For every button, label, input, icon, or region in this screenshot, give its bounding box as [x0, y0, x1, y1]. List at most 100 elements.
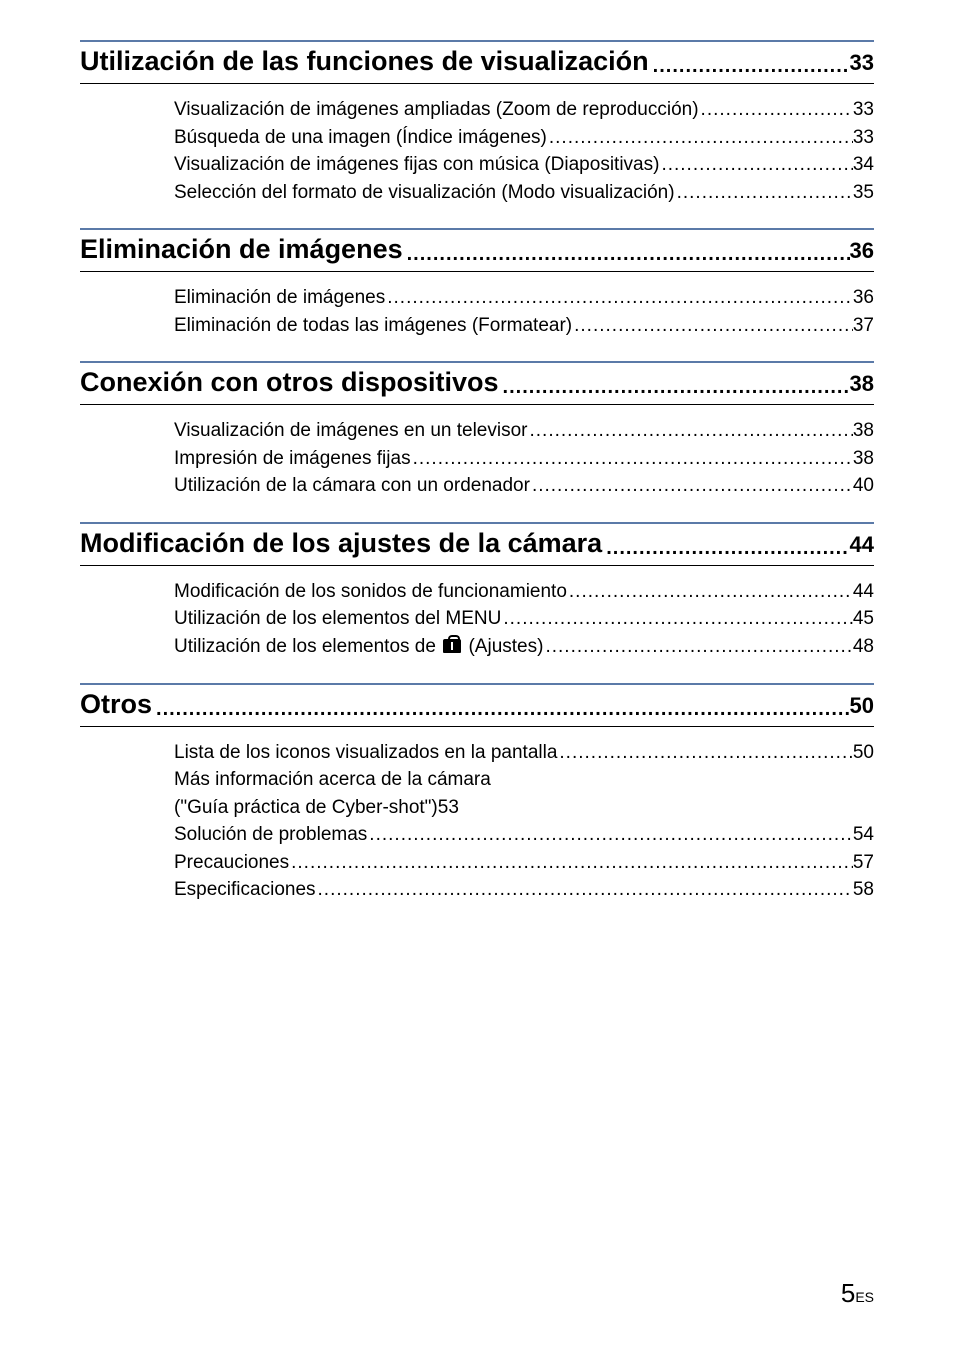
entry-label: Solución de problemas — [174, 821, 367, 849]
entry-page-number: 54 — [853, 821, 874, 849]
entry-page-number: 33 — [853, 124, 874, 152]
section-page-number: 50 — [850, 693, 874, 719]
entry-label: Impresión de imágenes fijas — [174, 445, 411, 473]
page-number: 5 — [841, 1278, 855, 1308]
toc-entry[interactable]: Impresión de imágenes fijas 38 — [174, 445, 874, 473]
toc-entry[interactable]: Más información acerca de la cámara("Guí… — [174, 766, 874, 821]
toc-entry[interactable]: Utilización de la cámara con un ordenado… — [174, 472, 874, 500]
toc-entry[interactable]: Solución de problemas 54 — [174, 821, 874, 849]
entry-label: Visualización de imágenes ampliadas (Zoo… — [174, 96, 699, 124]
toc-entry[interactable]: Precauciones57 — [174, 849, 874, 877]
leader-dots — [367, 821, 853, 849]
section-header[interactable]: Otros 50 — [80, 689, 874, 727]
leader-dots — [527, 417, 852, 445]
section-page-number: 33 — [850, 50, 874, 76]
leader-dots — [316, 876, 853, 904]
entry-page-number: 48 — [853, 633, 874, 661]
toc-section: Conexión con otros dispositivos 38 Visuali… — [80, 361, 874, 500]
section-title: Modificación de los ajustes de la cámara — [80, 528, 602, 559]
entry-label: Utilización de los elementos de (Ajustes… — [174, 633, 543, 661]
toc-entry[interactable]: Visualización de imágenes en un televiso… — [174, 417, 874, 445]
toc-entry[interactable]: Especificaciones 58 — [174, 876, 874, 904]
toc-entry[interactable]: Utilización de los elementos del MENU 45 — [174, 605, 874, 633]
leader-dots — [411, 445, 853, 473]
leader-dots — [403, 243, 850, 266]
toc-entry[interactable]: Visualización de imágenes ampliadas (Zoo… — [174, 96, 874, 124]
section-title: Otros — [80, 689, 152, 720]
entry-page-number: 35 — [853, 179, 874, 207]
table-of-contents: Utilización de las funciones de visualiz… — [80, 40, 874, 904]
section-header[interactable]: Conexión con otros dispositivos 38 — [80, 367, 874, 405]
toc-section: Otros 50 Lista de los iconos visualizados … — [80, 683, 874, 904]
entry-label: Lista de los iconos visualizados en la p… — [174, 739, 557, 767]
entry-label-text: (Ajustes) — [463, 636, 543, 657]
section-header[interactable]: Eliminación de imágenes 36 — [80, 234, 874, 272]
leader-dots — [501, 605, 852, 633]
entry-list: Eliminación de imágenes 36Eliminación de … — [80, 284, 874, 339]
entry-list: Modificación de los sonidos de funcionam… — [80, 578, 874, 661]
leader-dots — [659, 151, 852, 179]
leader-dots — [543, 633, 852, 661]
toc-entry[interactable]: Lista de los iconos visualizados en la p… — [174, 739, 874, 767]
leader-dots — [385, 284, 853, 312]
entry-label: Modificación de los sonidos de funcionam… — [174, 578, 567, 606]
leader-dots — [499, 376, 850, 399]
toc-entry[interactable]: Eliminación de todas las imágenes (Forma… — [174, 312, 874, 340]
leader-dots — [602, 537, 849, 560]
toc-entry[interactable]: Eliminación de imágenes 36 — [174, 284, 874, 312]
leader-dots — [572, 312, 853, 340]
toc-entry[interactable]: Utilización de los elementos de (Ajustes… — [174, 633, 874, 661]
entry-label: Selección del formato de visualización (… — [174, 179, 675, 207]
entry-label: Especificaciones — [174, 876, 316, 904]
entry-page-number: 38 — [853, 445, 874, 473]
entry-label: Utilización de la cámara con un ordenado… — [174, 472, 530, 500]
entry-label: Precauciones — [174, 849, 289, 877]
toc-entry[interactable]: Visualización de imágenes fijas con músi… — [174, 151, 874, 179]
entry-page-number: 44 — [853, 578, 874, 606]
entry-page-number: 36 — [853, 284, 874, 312]
section-page-number: 36 — [850, 238, 874, 264]
entry-list: Lista de los iconos visualizados en la p… — [80, 739, 874, 904]
toc-entry[interactable]: Modificación de los sonidos de funcionam… — [174, 578, 874, 606]
entry-page-number: 33 — [853, 96, 874, 124]
entry-label: Visualización de imágenes fijas con músi… — [174, 151, 659, 179]
entry-page-number: 38 — [853, 417, 874, 445]
section-header[interactable]: Modificación de los ajustes de la cámara… — [80, 528, 874, 566]
entry-label: ("Guía práctica de Cyber-shot") — [174, 794, 438, 822]
entry-page-number: 37 — [853, 312, 874, 340]
leader-dots — [289, 849, 853, 877]
toc-entry[interactable]: Selección del formato de visualización (… — [174, 179, 874, 207]
section-page-number: 38 — [850, 371, 874, 397]
section-page-number: 44 — [850, 532, 874, 558]
toc-entry[interactable]: Búsqueda de una imagen (Índice imágenes)… — [174, 124, 874, 152]
entry-list: Visualización de imágenes en un televiso… — [80, 417, 874, 500]
section-title: Utilización de las funciones de visualiz… — [80, 46, 649, 77]
entry-page-number: 53 — [438, 794, 459, 822]
entry-page-number: 58 — [853, 876, 874, 904]
leader-dots — [547, 124, 853, 152]
leader-dots — [649, 55, 850, 78]
entry-label: Utilización de los elementos del MENU — [174, 605, 501, 633]
leader-dots — [567, 578, 853, 606]
entry-page-number: 45 — [853, 605, 874, 633]
section-title: Eliminación de imágenes — [80, 234, 403, 265]
entry-label: Visualización de imágenes en un televiso… — [174, 417, 527, 445]
entry-page-number: 50 — [853, 739, 874, 767]
settings-icon — [443, 639, 461, 653]
leader-dots — [557, 739, 852, 767]
toc-section: Eliminación de imágenes36Eliminación de … — [80, 228, 874, 339]
leader-dots — [675, 179, 853, 207]
section-header[interactable]: Utilización de las funciones de visualiz… — [80, 46, 874, 84]
entry-label: Eliminación de imágenes — [174, 284, 385, 312]
page-language-suffix: ES — [855, 1289, 874, 1305]
leader-dots — [699, 96, 853, 124]
section-title: Conexión con otros dispositivos — [80, 367, 499, 398]
entry-label: Más información acerca de la cámara — [174, 766, 874, 794]
toc-section: Modificación de los ajustes de la cámara… — [80, 522, 874, 661]
entry-list: Visualización de imágenes ampliadas (Zoo… — [80, 96, 874, 206]
entry-page-number: 34 — [853, 151, 874, 179]
page-footer: 5ES — [841, 1278, 874, 1309]
toc-section: Utilización de las funciones de visualiz… — [80, 40, 874, 206]
leader-dots — [530, 472, 853, 500]
entry-page-number: 40 — [853, 472, 874, 500]
